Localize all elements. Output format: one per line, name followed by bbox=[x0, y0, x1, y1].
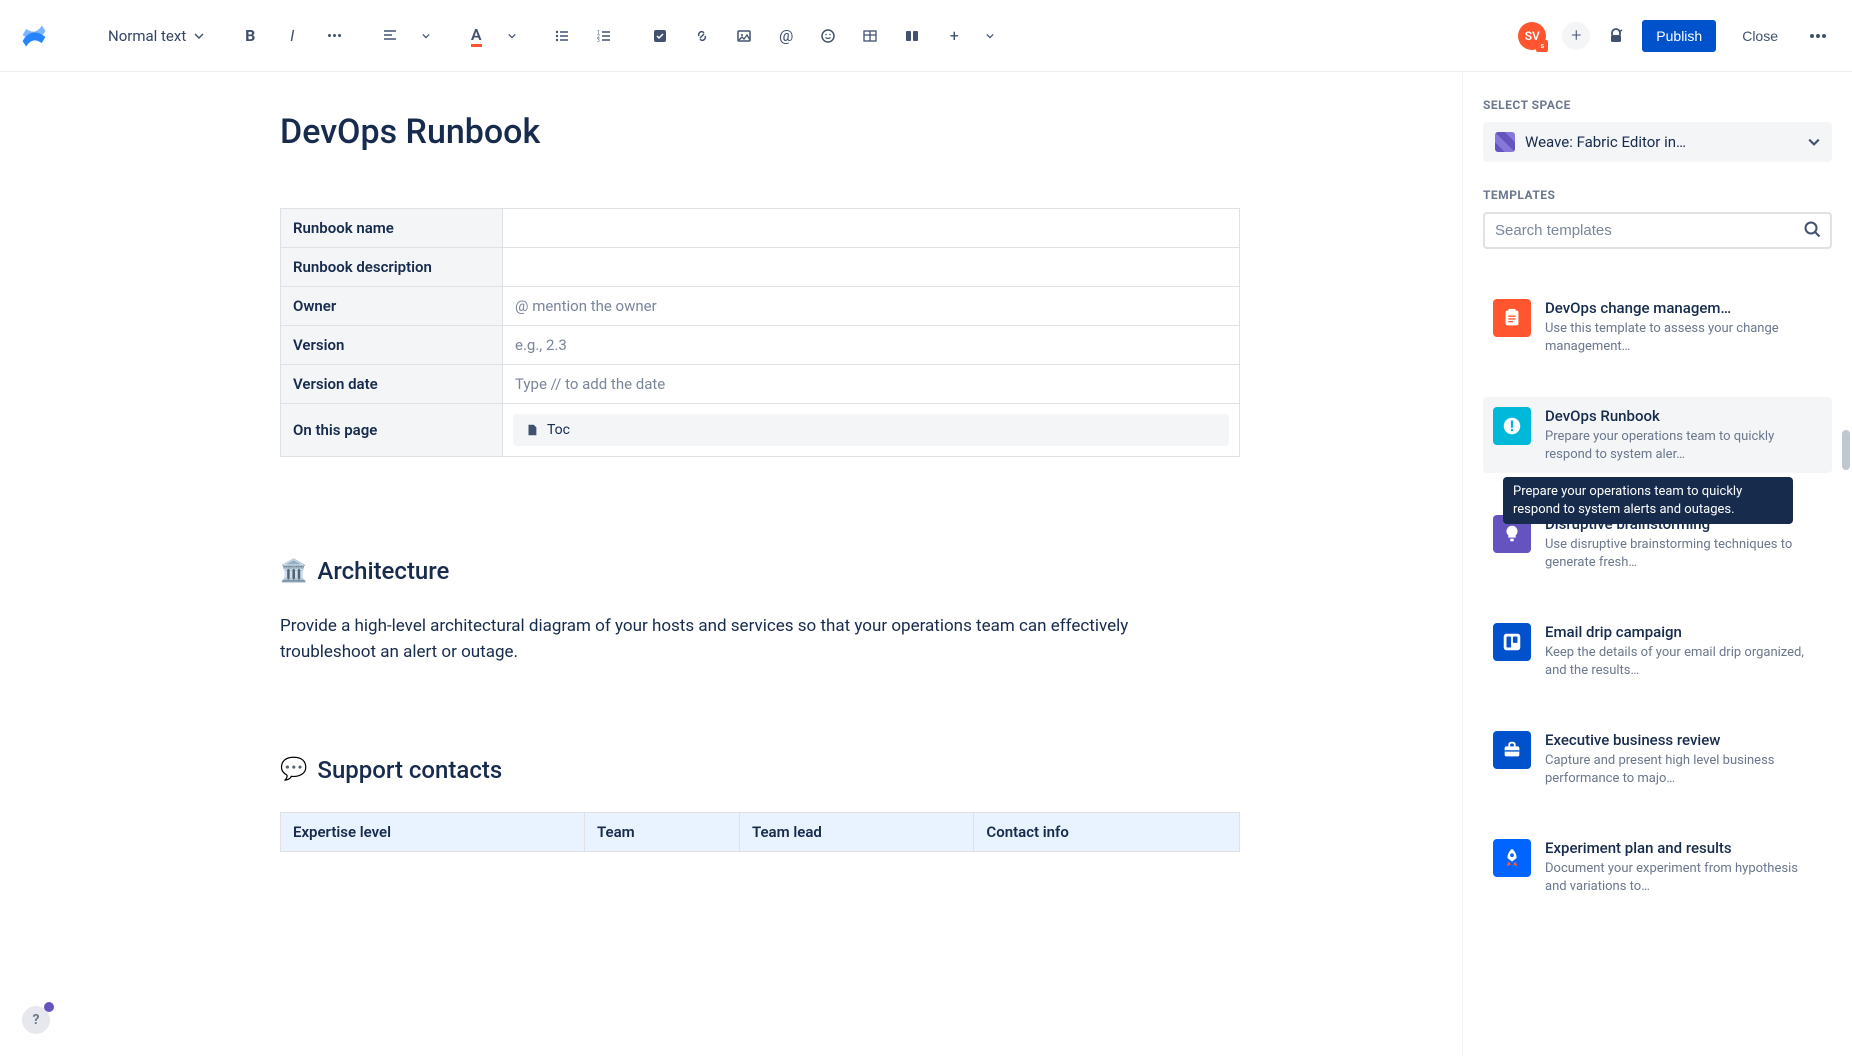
more-formatting-button[interactable] bbox=[324, 26, 344, 46]
template-search bbox=[1483, 212, 1832, 249]
align-button[interactable] bbox=[380, 26, 400, 46]
space-name: Weave: Fabric Editor in… bbox=[1525, 133, 1798, 151]
meta-label: Version date bbox=[281, 365, 503, 404]
template-item[interactable]: DevOps Runbook Prepare your operations te… bbox=[1483, 397, 1832, 473]
template-item[interactable]: Executive business review Capture and pre… bbox=[1483, 721, 1832, 797]
checkbox-button[interactable] bbox=[650, 26, 670, 46]
template-description: Capture and present high level business … bbox=[1545, 752, 1822, 787]
search-icon[interactable] bbox=[1802, 219, 1822, 243]
space-selector[interactable]: Weave: Fabric Editor in… bbox=[1483, 122, 1832, 162]
meta-value[interactable]: e.g., 2.3 bbox=[503, 326, 1240, 365]
metadata-table[interactable]: Runbook nameRunbook descriptionOwner@ me… bbox=[280, 208, 1240, 457]
toc-macro[interactable]: Toc bbox=[513, 414, 1229, 446]
editor-toolbar: Normal text B I A 123 bbox=[0, 0, 1852, 72]
template-item[interactable]: Email drip campaign Keep the details of y… bbox=[1483, 613, 1832, 689]
svg-text:3: 3 bbox=[597, 38, 600, 44]
template-title: Executive business review bbox=[1545, 731, 1822, 749]
layouts-button[interactable] bbox=[902, 26, 922, 46]
meta-value[interactable] bbox=[503, 248, 1240, 287]
architecture-body[interactable]: Provide a high-level architectural diagr… bbox=[280, 613, 1200, 666]
template-description: Use disruptive brainstorming techniques … bbox=[1545, 536, 1822, 571]
template-list: DevOps change managem… Use this template … bbox=[1483, 289, 1832, 906]
trello-icon bbox=[1493, 623, 1531, 661]
italic-button[interactable]: I bbox=[282, 26, 302, 46]
meta-label: On this page bbox=[281, 404, 503, 457]
text-color-button[interactable]: A bbox=[466, 26, 486, 46]
chevron-down-icon bbox=[986, 32, 994, 40]
table-header: Team bbox=[585, 812, 740, 851]
meta-label: Runbook name bbox=[281, 209, 503, 248]
chevron-down-icon bbox=[1808, 136, 1820, 148]
meta-label: Owner bbox=[281, 287, 503, 326]
restrictions-icon[interactable] bbox=[1606, 26, 1626, 46]
template-item[interactable]: Experiment plan and results Document your… bbox=[1483, 829, 1832, 905]
insert-more-button[interactable]: + bbox=[944, 26, 964, 46]
briefcase-icon bbox=[1493, 731, 1531, 769]
template-item[interactable]: DevOps change managem… Use this template … bbox=[1483, 289, 1832, 365]
image-button[interactable] bbox=[734, 26, 754, 46]
table-header: Team lead bbox=[739, 812, 973, 851]
help-button[interactable]: ? bbox=[22, 1006, 50, 1034]
meta-value[interactable]: Toc bbox=[503, 404, 1240, 457]
chevron-down-icon bbox=[508, 32, 516, 40]
meta-value[interactable]: @ mention the owner bbox=[503, 287, 1240, 326]
template-title: Email drip campaign bbox=[1545, 623, 1822, 641]
bold-button[interactable]: B bbox=[240, 26, 260, 46]
editor-canvas[interactable]: DevOps Runbook Runbook nameRunbook descr… bbox=[0, 72, 1462, 1056]
alert-icon bbox=[1493, 407, 1531, 445]
templates-label: TEMPLATES bbox=[1483, 188, 1832, 202]
meta-value[interactable]: Type // to add the date bbox=[503, 365, 1240, 404]
template-title: Experiment plan and results bbox=[1545, 839, 1822, 857]
speech-bubble-icon: 💬 bbox=[280, 757, 307, 782]
table-header: Expertise level bbox=[281, 812, 585, 851]
bank-icon: 🏛️ bbox=[280, 559, 307, 584]
architecture-heading[interactable]: 🏛️ Architecture bbox=[280, 557, 1402, 585]
publish-button[interactable]: Publish bbox=[1642, 20, 1716, 52]
table-button[interactable] bbox=[860, 26, 880, 46]
clipboard-icon bbox=[1493, 299, 1531, 337]
close-button[interactable]: Close bbox=[1732, 20, 1788, 52]
search-input[interactable] bbox=[1483, 212, 1832, 249]
link-button[interactable] bbox=[692, 26, 712, 46]
template-description: Document your experiment from hypothesis… bbox=[1545, 860, 1822, 895]
meta-value[interactable] bbox=[503, 209, 1240, 248]
support-contacts-table[interactable]: Expertise levelTeamTeam leadContact info bbox=[280, 812, 1240, 852]
mention-button[interactable]: @ bbox=[776, 26, 796, 46]
user-avatar[interactable]: SV s bbox=[1518, 22, 1546, 50]
templates-sidebar: SELECT SPACE Weave: Fabric Editor in… TE… bbox=[1462, 72, 1852, 1056]
select-space-label: SELECT SPACE bbox=[1483, 98, 1832, 112]
template-description: Use this template to assess your change … bbox=[1545, 320, 1822, 355]
bullet-list-button[interactable] bbox=[552, 26, 572, 46]
meta-label: Version bbox=[281, 326, 503, 365]
rocket-icon bbox=[1493, 839, 1531, 877]
template-description: Keep the details of your email drip orga… bbox=[1545, 644, 1822, 679]
support-heading[interactable]: 💬 Support contacts bbox=[280, 756, 1402, 784]
template-title: DevOps Runbook bbox=[1545, 407, 1822, 425]
page-title[interactable]: DevOps Runbook bbox=[280, 112, 1402, 152]
avatar-badge: s bbox=[1536, 40, 1548, 52]
space-icon bbox=[1495, 132, 1515, 152]
template-description: Prepare your operations team to quickly … bbox=[1545, 428, 1822, 463]
more-actions-button[interactable] bbox=[1804, 28, 1832, 44]
invite-user-button[interactable]: + bbox=[1562, 22, 1590, 50]
numbered-list-button[interactable]: 123 bbox=[594, 26, 614, 46]
table-header: Contact info bbox=[974, 812, 1240, 851]
template-title: DevOps change managem… bbox=[1545, 299, 1822, 317]
meta-label: Runbook description bbox=[281, 248, 503, 287]
confluence-logo-icon[interactable] bbox=[20, 22, 48, 50]
template-tooltip: Prepare your operations team to quickly … bbox=[1503, 477, 1793, 524]
emoji-button[interactable] bbox=[818, 26, 838, 46]
chevron-down-icon bbox=[422, 32, 430, 40]
text-style-select[interactable]: Normal text bbox=[108, 27, 204, 45]
scrollbar-thumb[interactable] bbox=[1842, 430, 1850, 470]
